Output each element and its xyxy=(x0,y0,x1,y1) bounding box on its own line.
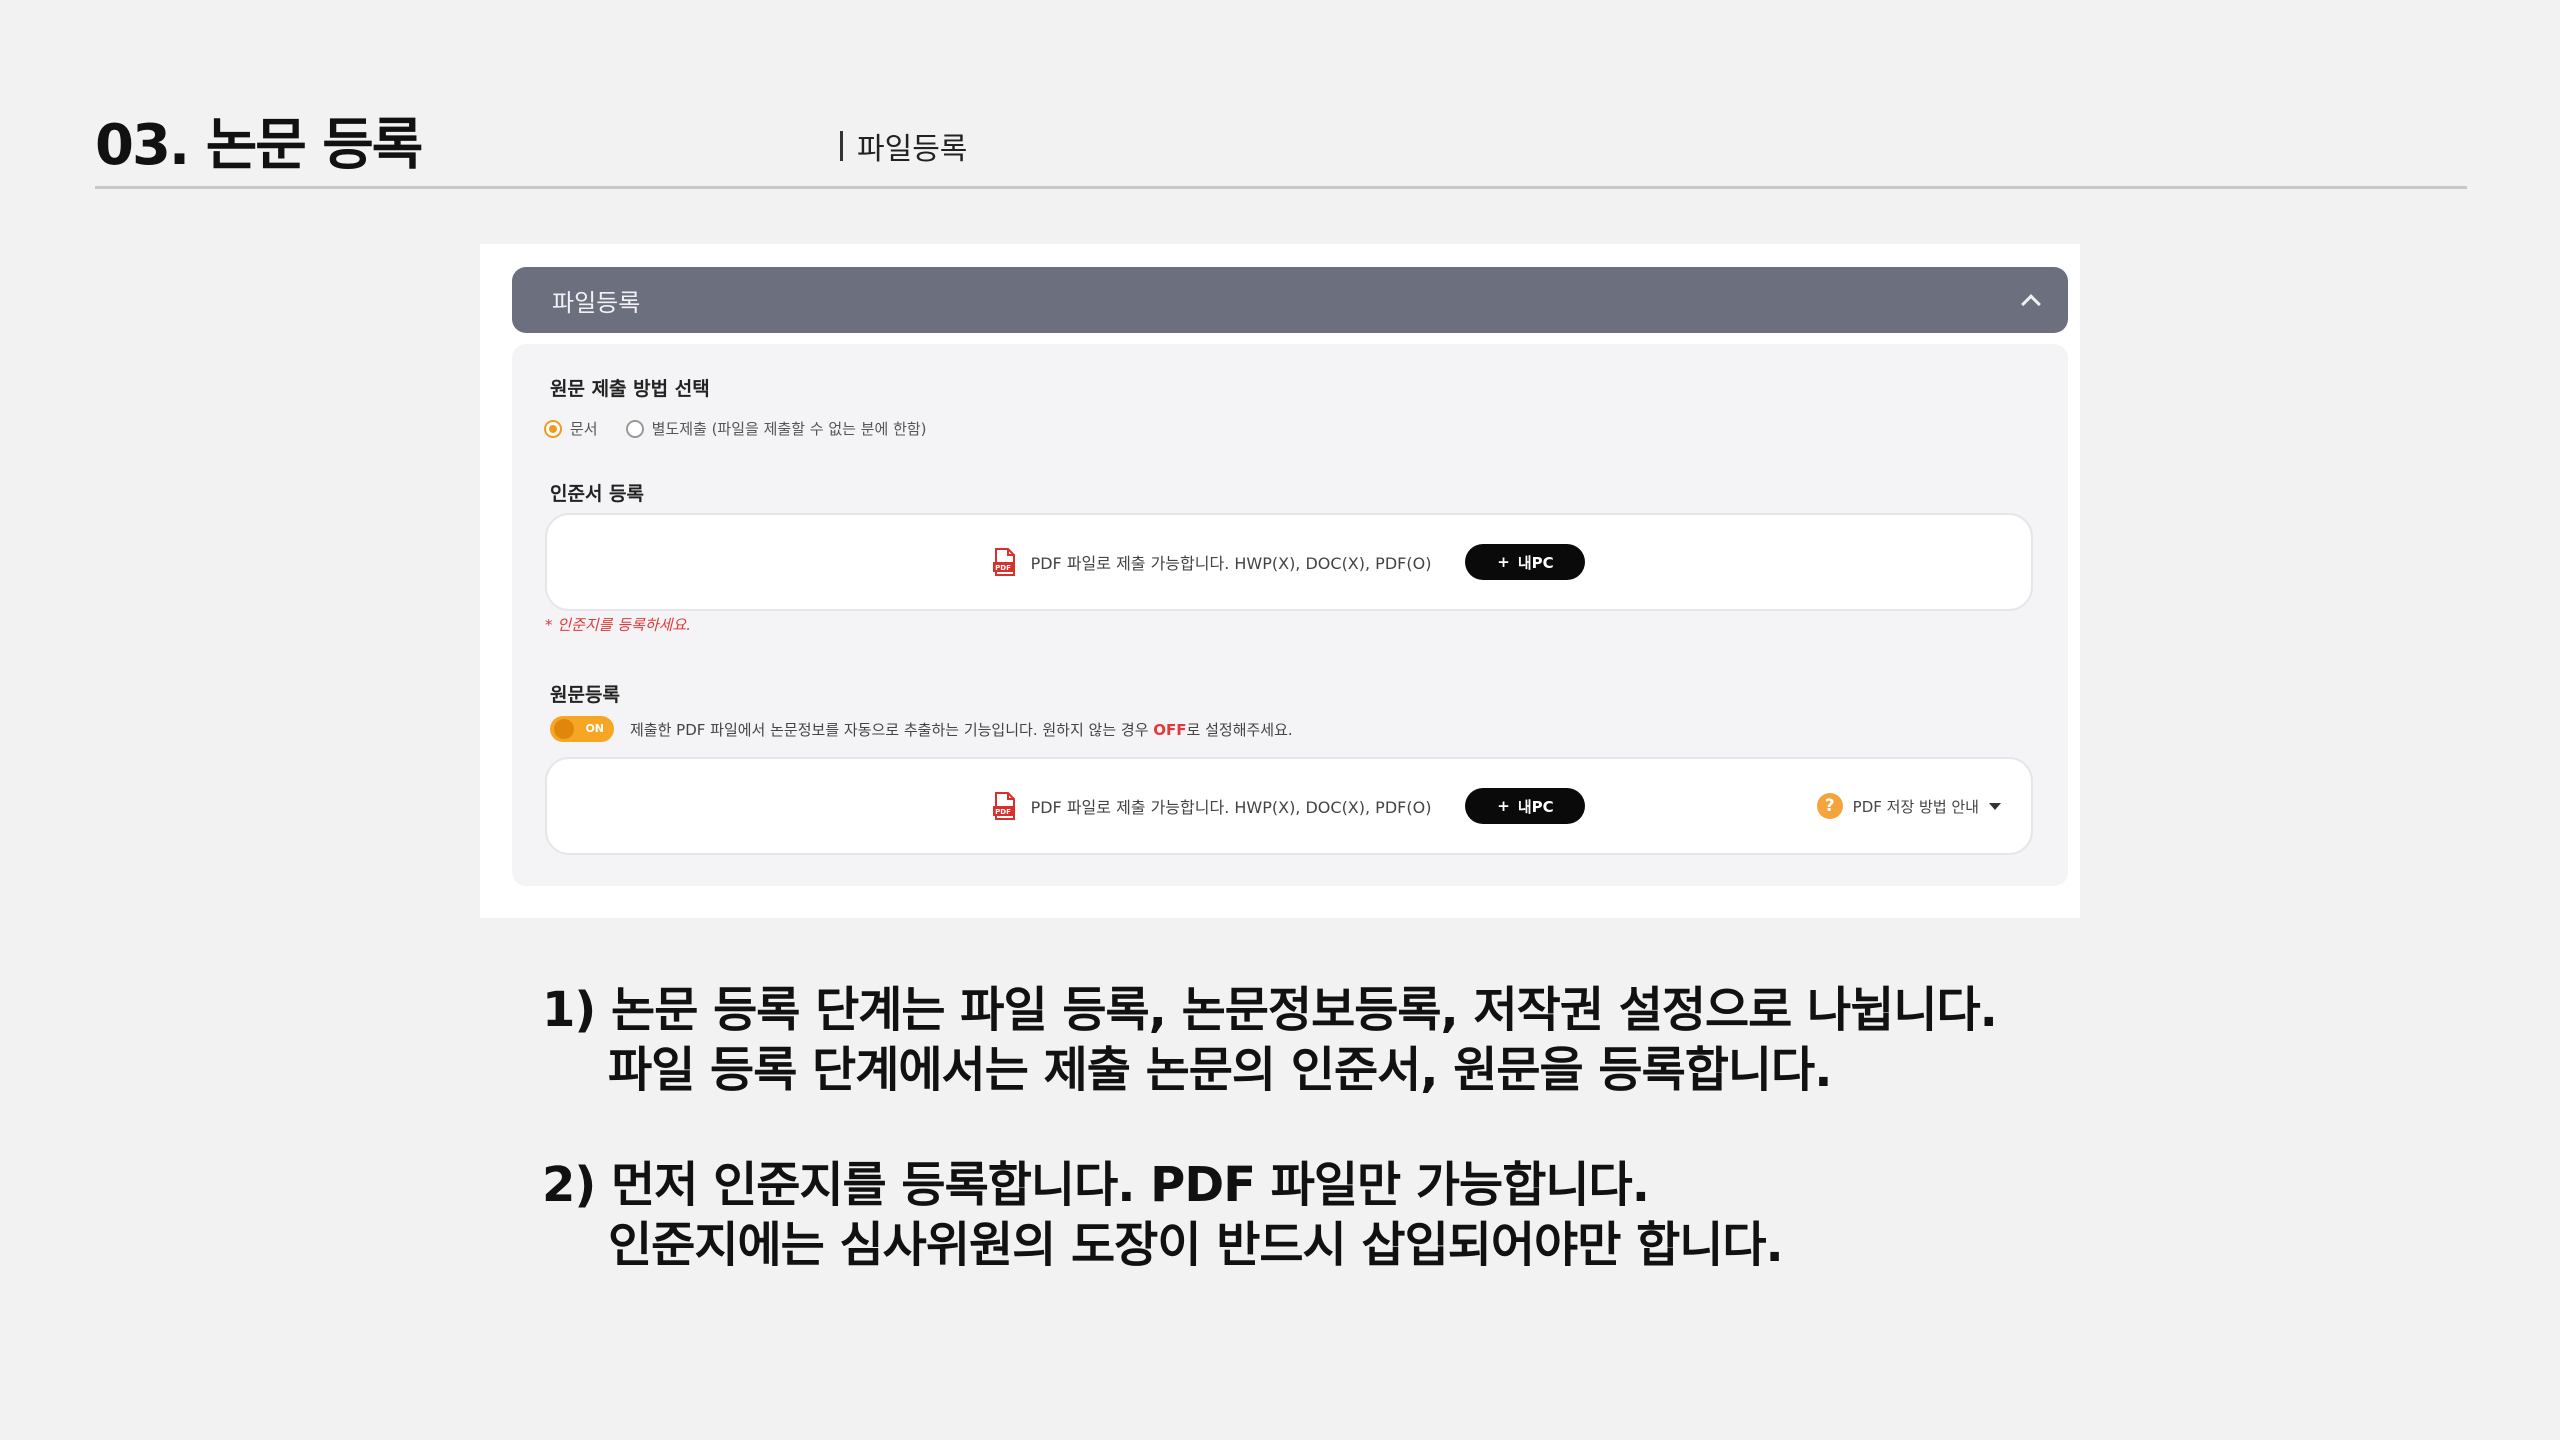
original-title: 원문등록 xyxy=(550,684,620,706)
plus-icon: + xyxy=(1497,797,1510,815)
auto-extract-toggle[interactable]: ON xyxy=(550,716,614,742)
certificate-hint: PDF PDF 파일로 제출 가능합니다. HWP(X), DOC(X), PD… xyxy=(992,548,1432,576)
section-label-text: 파일등록 xyxy=(857,132,968,167)
radio-checked-icon[interactable] xyxy=(544,419,562,438)
pdf-file-icon: PDF xyxy=(992,548,1017,576)
divider xyxy=(840,131,843,161)
certificate-title: 인준서 등록 xyxy=(550,483,645,505)
note-line: 2) 먼저 인준지를 등록합니다. PDF 파일만 가능합니다. xyxy=(542,1157,1650,1213)
radio-option-document[interactable]: 문서 xyxy=(544,418,598,439)
original-hint-text: PDF 파일로 제출 가능합니다. HWP(X), DOC(X), PDF(O) xyxy=(1030,798,1432,817)
radio-unchecked-icon[interactable] xyxy=(625,419,644,438)
certificate-hint-text: PDF 파일로 제출 가능합니다. HWP(X), DOC(X), PDF(O) xyxy=(1030,554,1432,573)
radio-label: 문서 xyxy=(570,420,598,438)
submission-method-title: 원문 제출 방법 선택 xyxy=(550,378,710,400)
explanation-notes: 1) 논문 등록 단계는 파일 등록, 논문정보등록, 저작권 설정으로 나뉩니… xyxy=(542,980,2442,1330)
radio-option-separate[interactable]: 별도제출 (파일을 제출할 수 없는 분에 한함) xyxy=(625,418,927,439)
original-hint: PDF PDF 파일로 제출 가능합니다. HWP(X), DOC(X), PD… xyxy=(992,792,1432,820)
file-upload-screenshot: 파일등록 원문 제출 방법 선택 문서 별도제출 (파일을 제출할 수 없는 분… xyxy=(480,244,2080,918)
my-pc-label: 내PC xyxy=(1517,797,1554,816)
svg-text:PDF: PDF xyxy=(995,564,1011,572)
certificate-warning: * 인준지를 등록하세요. xyxy=(545,616,692,634)
help-icon: ? xyxy=(1816,793,1843,819)
pdf-save-guide-link[interactable]: ? PDF 저장 방법 안내 xyxy=(1816,759,2001,853)
accordion-header[interactable]: 파일등록 xyxy=(512,267,2068,333)
note-line: 파일 등록 단계에서는 제출 논문의 인준서, 원문을 등록합니다. xyxy=(608,1042,1832,1098)
toggle-desc-before: 제출한 PDF 파일에서 논문정보를 자동으로 추출하는 기능입니다. 원하지 … xyxy=(630,720,1154,739)
original-my-pc-button[interactable]: + 내PC xyxy=(1465,788,1586,824)
radio-label: 별도제출 (파일을 제출할 수 없는 분에 한함) xyxy=(651,420,927,438)
section-label: 파일등록 xyxy=(840,124,967,168)
svg-text:PDF: PDF xyxy=(995,808,1011,816)
toggle-desc-after: 로 설정해주세요. xyxy=(1186,720,1293,739)
note-line: 1) 논문 등록 단계는 파일 등록, 논문정보등록, 저작권 설정으로 나뉩니… xyxy=(542,982,1998,1038)
toggle-on-label: ON xyxy=(585,722,604,735)
note-line: 인준지에는 심사위원의 도장이 반드시 삽입되어야만 합니다. xyxy=(608,1217,1784,1273)
slide-title: 03. 논문 등록 xyxy=(95,113,423,178)
pdf-file-icon: PDF xyxy=(992,792,1017,820)
title-rule xyxy=(95,186,2467,189)
note-item: 2) 먼저 인준지를 등록합니다. PDF 파일만 가능합니다. 인준지에는 심… xyxy=(542,1155,2442,1275)
toggle-desc-off: OFF xyxy=(1153,720,1187,739)
toggle-knob xyxy=(554,719,574,739)
certificate-drop-zone[interactable]: PDF PDF 파일로 제출 가능합니다. HWP(X), DOC(X), PD… xyxy=(545,513,2033,611)
auto-extract-toggle-row: ON 제출한 PDF 파일에서 논문정보를 자동으로 추출하는 기능입니다. 원… xyxy=(550,716,1293,742)
accordion-title: 파일등록 xyxy=(552,288,641,317)
original-drop-zone[interactable]: PDF PDF 파일로 제출 가능합니다. HWP(X), DOC(X), PD… xyxy=(545,757,2033,855)
submission-method-options: 문서 별도제출 (파일을 제출할 수 없는 분에 한함) xyxy=(544,418,927,439)
note-item: 1) 논문 등록 단계는 파일 등록, 논문정보등록, 저작권 설정으로 나뉩니… xyxy=(542,980,2442,1100)
certificate-my-pc-button[interactable]: + 내PC xyxy=(1465,544,1586,580)
chevron-up-icon[interactable] xyxy=(2021,294,2041,314)
pdf-save-guide-label: PDF 저장 방법 안내 xyxy=(1852,797,1979,816)
toggle-description: 제출한 PDF 파일에서 논문정보를 자동으로 추출하는 기능입니다. 원하지 … xyxy=(630,719,1293,740)
plus-icon: + xyxy=(1497,553,1510,571)
accordion-body: 원문 제출 방법 선택 문서 별도제출 (파일을 제출할 수 없는 분에 한함)… xyxy=(512,344,2068,886)
caret-down-icon xyxy=(1989,802,2001,810)
my-pc-label: 내PC xyxy=(1517,553,1554,572)
